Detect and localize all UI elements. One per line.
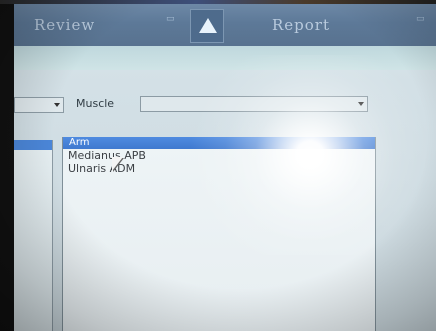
- list-item[interactable]: Medianus APB: [63, 149, 375, 162]
- nerve-list-panel[interactable]: Arm Medianus APB Ulnaris ADM: [62, 137, 376, 331]
- muscle-label: Muscle: [76, 97, 115, 110]
- mouse-pointer-icon: [112, 157, 123, 171]
- left-list-panel[interactable]: [14, 140, 53, 331]
- left-dropdown[interactable]: [14, 97, 64, 113]
- up-triangle-icon[interactable]: [190, 9, 224, 43]
- tab-review-small-icon: ▭: [166, 14, 175, 24]
- sub-toolbar: [14, 46, 436, 70]
- list-header[interactable]: Arm: [63, 137, 375, 149]
- tab-review[interactable]: Review: [34, 16, 95, 34]
- left-list-header: [14, 140, 52, 150]
- chevron-down-icon: [54, 103, 60, 107]
- photo-frame: Review ▭ Report ▭ Muscle Arm Medianus AP…: [0, 0, 436, 331]
- tab-report-small-icon: ▭: [416, 14, 425, 24]
- chevron-down-icon: [358, 102, 364, 106]
- muscle-select[interactable]: [140, 96, 368, 112]
- list-item[interactable]: Ulnaris ADM: [63, 162, 375, 175]
- tab-bar: Review ▭ Report ▭: [14, 4, 436, 48]
- tab-report[interactable]: Report: [272, 16, 330, 34]
